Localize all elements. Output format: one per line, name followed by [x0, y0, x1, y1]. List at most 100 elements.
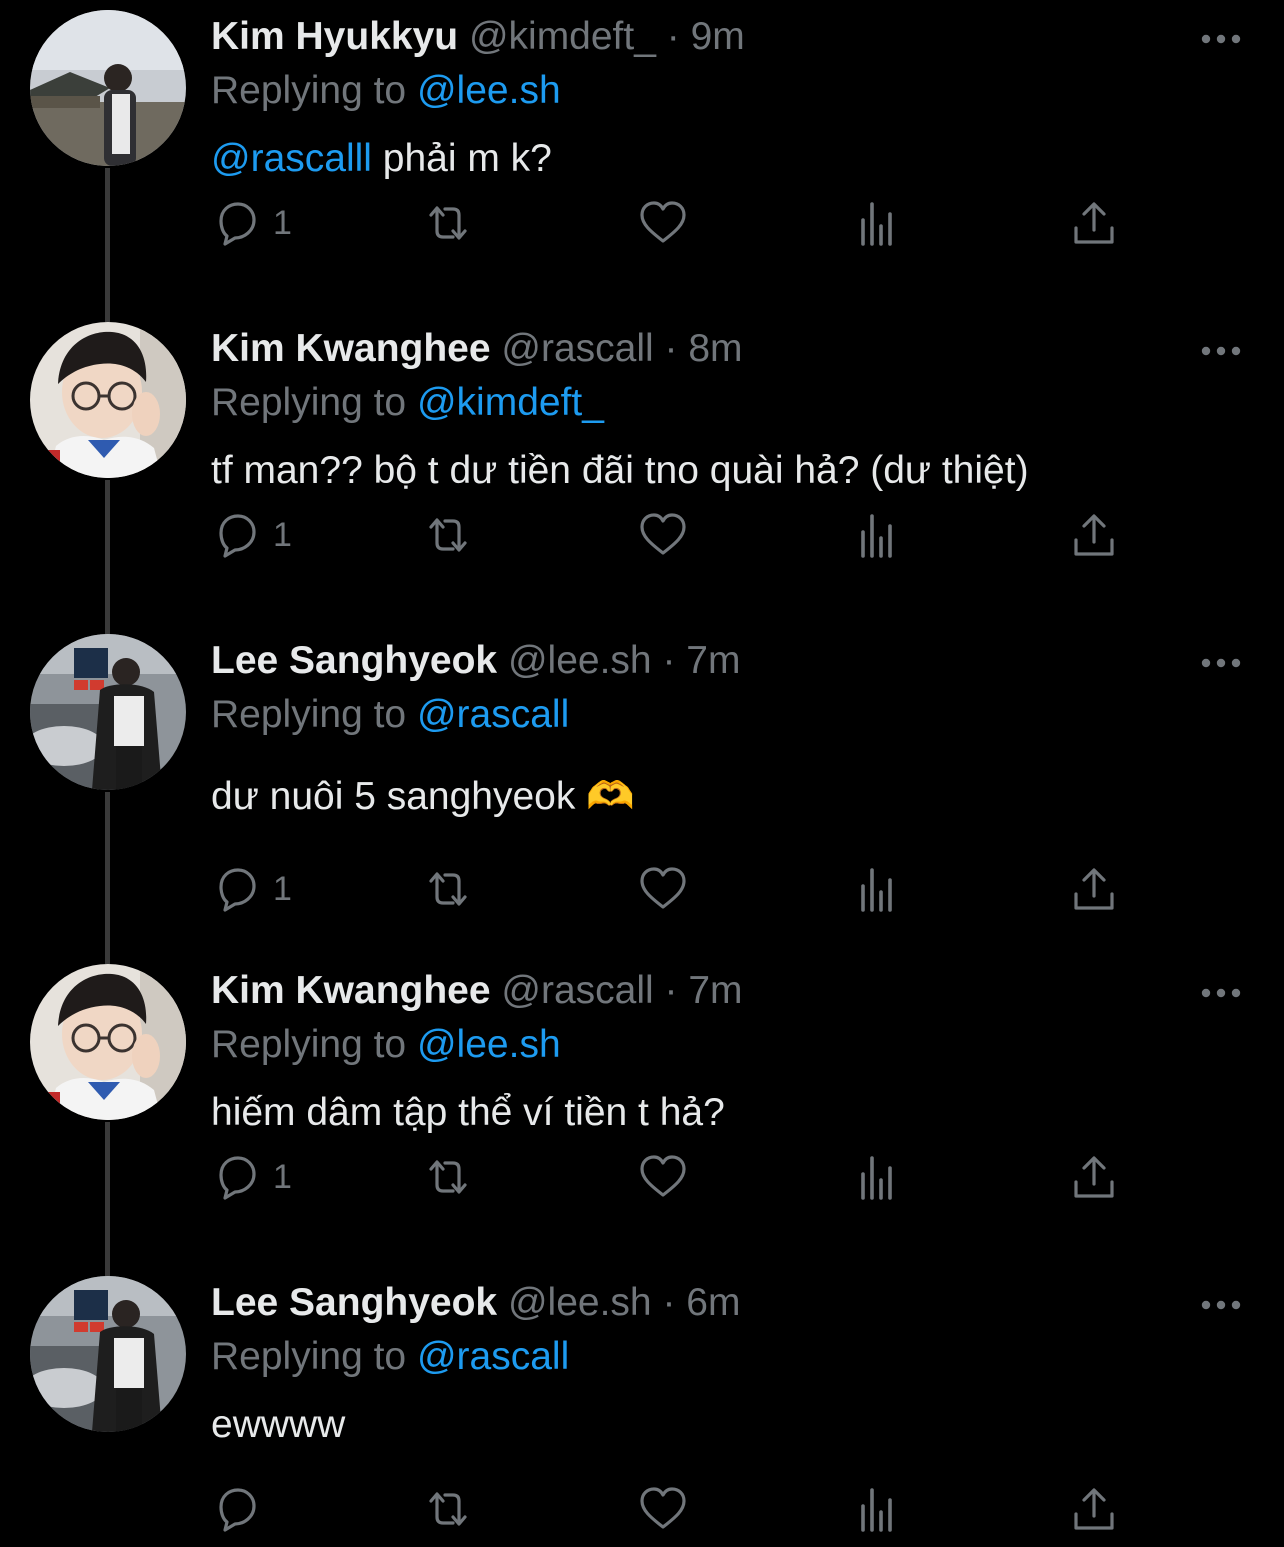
replying-to-handle[interactable]: @lee.sh — [417, 1023, 561, 1066]
like-button[interactable] — [638, 1484, 688, 1540]
tweet-body: tf man?? bộ t dư tiền đãi tno quài hả? (… — [211, 449, 1029, 492]
share-button[interactable] — [1069, 864, 1119, 920]
handle-and-time[interactable]: @lee.sh · 6m — [508, 1281, 741, 1324]
reply-bubble-icon — [219, 868, 256, 912]
replying-to-handle[interactable]: @rascall — [417, 1335, 569, 1378]
more-horizontal-icon — [1201, 658, 1241, 668]
avatar[interactable] — [30, 1276, 186, 1432]
tweet[interactable]: Kim Hyukkyu @kimdeft_ · 9m Replying to @… — [0, 0, 1284, 312]
replying-to-handle[interactable]: @lee.sh — [417, 69, 561, 112]
replying-to: Replying to @lee.sh — [211, 1020, 561, 1070]
replying-to-handle[interactable]: @kimdeft_ — [417, 381, 604, 424]
reply-button[interactable]: 1 — [211, 198, 292, 254]
tweet[interactable]: Kim Kwanghee @rascall · 7m Replying to @… — [0, 954, 1284, 1266]
heart-icon — [640, 1487, 686, 1529]
share-button[interactable] — [1069, 1484, 1119, 1540]
tweet[interactable]: Kim Kwanghee @rascall · 8m Replying to @… — [0, 312, 1284, 624]
avatar-photo-lee-sanghyeok — [30, 634, 186, 790]
views-button[interactable] — [853, 510, 903, 566]
tweet-header: Kim Kwanghee @rascall · 7m — [211, 966, 743, 1016]
tweet-actions: 1 — [211, 198, 1211, 254]
more-options-button[interactable] — [1200, 648, 1242, 678]
handle-and-time[interactable]: @rascall · 7m — [501, 969, 742, 1012]
retweet-icon — [429, 518, 467, 552]
mention-link[interactable]: @rascalll — [211, 137, 372, 180]
display-name[interactable]: Kim Kwanghee — [211, 327, 491, 370]
tweet-text: hiếm dâm tập thể ví tiền t hả? — [211, 1088, 725, 1138]
views-bar-chart-icon — [861, 1488, 892, 1532]
handle-and-time[interactable]: @lee.sh · 7m — [508, 639, 741, 682]
avatar[interactable] — [30, 322, 186, 478]
reply-button[interactable]: 1 — [211, 1152, 292, 1208]
views-bar-chart-icon — [861, 514, 892, 558]
reply-count: 1 — [273, 204, 292, 242]
retweet-button[interactable] — [423, 1152, 473, 1208]
tweet-text: tf man?? bộ t dư tiền đãi tno quài hả? (… — [211, 446, 1029, 496]
tweet-text: ewwww — [211, 1400, 345, 1450]
tweet[interactable]: Lee Sanghyeok @lee.sh · 6m Replying to @… — [0, 1266, 1284, 1547]
avatar[interactable] — [30, 634, 186, 790]
views-button[interactable] — [853, 864, 903, 920]
tweet-body: dư nuôi 5 sanghyeok 🫶 — [211, 775, 635, 818]
share-button[interactable] — [1069, 510, 1119, 566]
retweet-icon — [429, 872, 467, 906]
views-button[interactable] — [853, 198, 903, 254]
more-options-button[interactable] — [1200, 24, 1242, 54]
handle-and-time[interactable]: @rascall · 8m — [501, 327, 742, 370]
share-upload-icon — [1074, 868, 1114, 910]
share-upload-icon — [1074, 1156, 1114, 1198]
display-name[interactable]: Kim Hyukkyu — [211, 15, 458, 58]
display-name[interactable]: Lee Sanghyeok — [211, 639, 497, 682]
retweet-button[interactable] — [423, 510, 473, 566]
reply-count: 1 — [273, 516, 292, 554]
more-options-button[interactable] — [1200, 978, 1242, 1008]
retweet-icon — [429, 1492, 467, 1526]
reply-button[interactable]: 1 — [211, 510, 292, 566]
share-upload-icon — [1074, 1488, 1114, 1530]
views-button[interactable] — [853, 1152, 903, 1208]
replying-to: Replying to @rascall — [211, 690, 569, 740]
views-button[interactable] — [853, 1484, 903, 1540]
retweet-button[interactable] — [423, 1484, 473, 1540]
reply-count: 1 — [273, 1158, 292, 1196]
like-button[interactable] — [638, 864, 688, 920]
views-bar-chart-icon — [861, 1156, 892, 1200]
like-button[interactable] — [638, 510, 688, 566]
more-horizontal-icon — [1201, 346, 1241, 356]
heart-icon — [640, 867, 686, 909]
retweet-icon — [429, 206, 467, 240]
replying-to-handle[interactable]: @rascall — [417, 693, 569, 736]
retweet-button[interactable] — [423, 864, 473, 920]
replying-to-label: Replying to — [211, 69, 407, 112]
avatar[interactable] — [30, 964, 186, 1120]
tweet-body: hiếm dâm tập thể ví tiền t hả? — [211, 1091, 725, 1134]
avatar-photo-kim-hyukkyu — [30, 10, 186, 166]
more-horizontal-icon — [1201, 988, 1241, 998]
more-options-button[interactable] — [1200, 1290, 1242, 1320]
reply-button[interactable] — [211, 1484, 261, 1540]
display-name[interactable]: Lee Sanghyeok — [211, 1281, 497, 1324]
tweet-header: Lee Sanghyeok @lee.sh · 6m — [211, 1278, 740, 1328]
replying-to: Replying to @kimdeft_ — [211, 378, 604, 428]
like-button[interactable] — [638, 198, 688, 254]
share-upload-icon — [1074, 514, 1114, 556]
retweet-button[interactable] — [423, 198, 473, 254]
tweet-actions — [211, 1484, 1211, 1540]
tweet-text: dư nuôi 5 sanghyeok 🫶 — [211, 772, 635, 822]
avatar[interactable] — [30, 10, 186, 166]
views-bar-chart-icon — [861, 202, 892, 246]
more-options-button[interactable] — [1200, 336, 1242, 366]
tweet-header: Kim Kwanghee @rascall · 8m — [211, 324, 743, 374]
display-name[interactable]: Kim Kwanghee — [211, 969, 491, 1012]
share-upload-icon — [1074, 202, 1114, 244]
like-button[interactable] — [638, 1152, 688, 1208]
share-button[interactable] — [1069, 1152, 1119, 1208]
tweet-actions: 1 — [211, 510, 1211, 566]
replying-to-label: Replying to — [211, 1335, 407, 1378]
tweet[interactable]: Lee Sanghyeok @lee.sh · 7m Replying to @… — [0, 624, 1284, 936]
share-button[interactable] — [1069, 198, 1119, 254]
tweet-header: Kim Hyukkyu @kimdeft_ · 9m — [211, 12, 745, 62]
more-horizontal-icon — [1201, 1300, 1241, 1310]
reply-button[interactable]: 1 — [211, 864, 292, 920]
handle-and-time[interactable]: @kimdeft_ · 9m — [469, 15, 745, 58]
